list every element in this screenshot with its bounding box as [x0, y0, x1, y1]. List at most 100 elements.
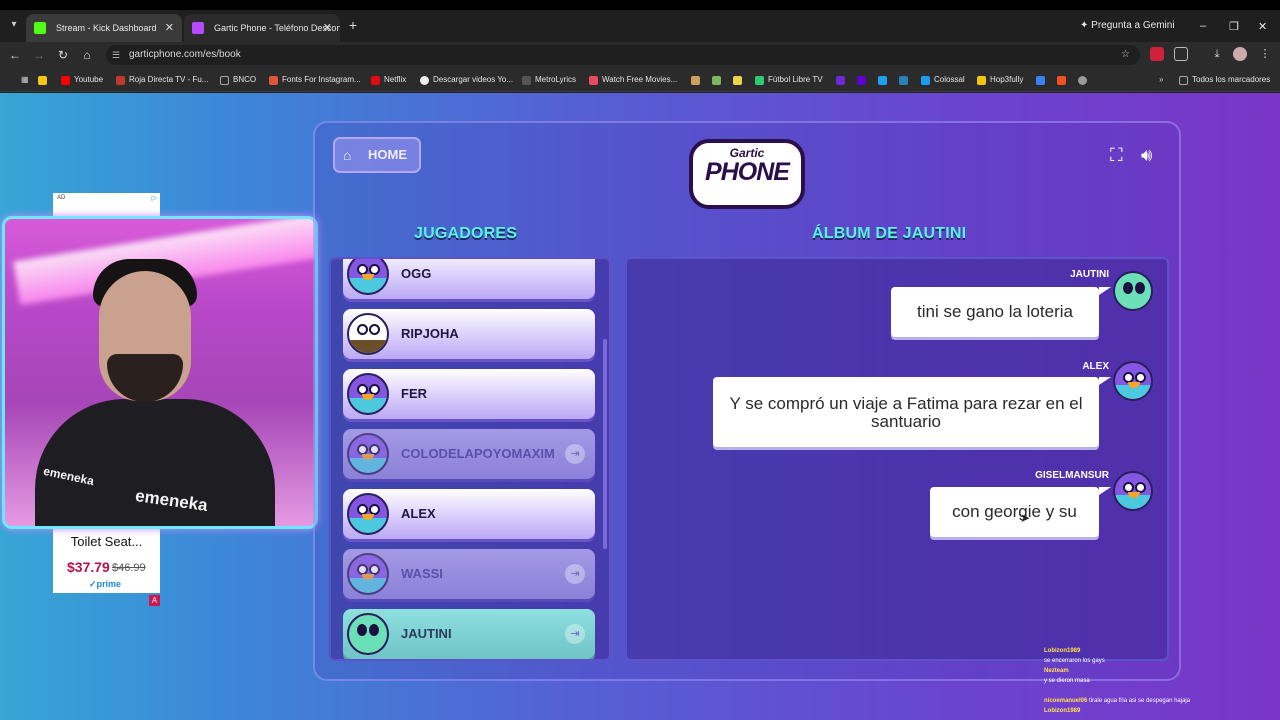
bookmark-all-folder[interactable]: Todos los marcadores: [1179, 73, 1270, 87]
download-icon[interactable]: ⤓: [1210, 47, 1224, 61]
tab-gartic-phone[interactable]: Gartic Phone - Teléfono Descon ✕: [184, 14, 340, 42]
profile-avatar[interactable]: [1233, 47, 1247, 61]
forward-arrow-icon[interactable]: →: [31, 47, 47, 63]
gemini-button[interactable]: ✦ Pregunta a Gemini: [1080, 20, 1175, 31]
chat-user: Lobizon1989: [1044, 708, 1081, 714]
players-list[interactable]: OGG RIPJOHA FER COLODELAPOYOMAXIM ⇥ ALEX: [329, 257, 611, 661]
bookmark-favicon-icon: [116, 76, 125, 85]
player-jautini[interactable]: JAUTINI ⇥: [343, 609, 595, 659]
message-bubble: Y se compró un viaje a Fatima para rezar…: [713, 377, 1099, 447]
bird-avatar-icon: [1113, 471, 1153, 511]
close-window-icon[interactable]: ✕: [1258, 20, 1267, 33]
bookmark-watch-movies[interactable]: Watch Free Movies...: [589, 73, 677, 87]
bookmark-favicon-icon: [733, 76, 742, 85]
extension-icon[interactable]: [1150, 47, 1164, 61]
bookmark-favicon-icon: [836, 76, 845, 85]
home-icon[interactable]: ⌂: [79, 47, 95, 63]
new-tab-plus-icon[interactable]: +: [346, 18, 360, 32]
address-bar[interactable]: ☰ garticphone.com/es/book ☆: [106, 45, 1140, 65]
speaker-icon[interactable]: 🔊︎: [1141, 145, 1169, 165]
bookmark-hop3fully[interactable]: Hop3fully: [977, 73, 1023, 87]
players-heading: JUGADORES: [414, 225, 518, 242]
bookmark-icon-i[interactable]: [1078, 73, 1091, 87]
player-colodelapoyomaxim[interactable]: COLODELAPOYOMAXIM ⇥: [343, 429, 595, 479]
bookmark-star-icon[interactable]: ☆: [1121, 45, 1130, 65]
player-wassi[interactable]: WASSI ⇥: [343, 549, 595, 599]
home-button[interactable]: ⌂ HOME: [333, 137, 421, 173]
bookmark-icon-b[interactable]: [712, 73, 725, 87]
globe-icon: [1078, 76, 1087, 85]
bookmark-icon-h[interactable]: [1057, 73, 1070, 87]
tab-search-chevron-icon[interactable]: ▾: [6, 16, 22, 34]
back-arrow-icon[interactable]: ←: [7, 47, 23, 63]
bookmark-favicon-icon: [589, 76, 598, 85]
kick-favicon-icon: [34, 22, 46, 34]
home-label: HOME: [368, 147, 407, 162]
restore-icon[interactable]: ❐: [1229, 20, 1239, 33]
windows-icon: [1057, 76, 1066, 85]
bookmark-favicon-icon: [522, 76, 531, 85]
bookmark-icon-c[interactable]: [733, 73, 746, 87]
menu-kebab-icon[interactable]: ⋮: [1258, 47, 1272, 61]
message-avatar: [1113, 271, 1153, 311]
chat-line: y se dieron masa: [1044, 676, 1204, 686]
bookmark-icon-g[interactable]: [1036, 73, 1049, 87]
apps-grid-icon[interactable]: ▦: [8, 73, 29, 87]
bookmark-favicon-icon: [878, 76, 887, 85]
youtube-icon: [61, 76, 70, 85]
alien-avatar-icon: [347, 613, 389, 655]
ad-prime-badge: ✓prime: [89, 579, 122, 589]
bubble-tail: [1099, 487, 1111, 495]
fullscreen-icon[interactable]: ⛶: [1110, 145, 1130, 165]
bookmark-futbol-libre[interactable]: Fútbol Libre TV: [755, 73, 823, 87]
bookmark-icon-d[interactable]: [836, 73, 849, 87]
bookmark-colossal[interactable]: Colossal: [921, 73, 965, 87]
player-ogg[interactable]: OGG: [343, 259, 595, 299]
alien-avatar-icon: [1113, 271, 1153, 311]
chat-user: nicoemanuel06: [1044, 698, 1088, 704]
bookmark-label: Roja Directa TV - Fu...: [129, 75, 209, 84]
players-scrollbar[interactable]: [603, 339, 607, 549]
site-info-icon[interactable]: ☰: [112, 45, 120, 65]
album-heading: ÁLBUM DE JAUTINI: [812, 225, 967, 242]
player-alex[interactable]: ALEX: [343, 489, 595, 539]
player-fer[interactable]: FER: [343, 369, 595, 419]
bubble-tail: [1099, 377, 1111, 385]
bookmark-icon-yahoo[interactable]: [857, 73, 870, 87]
bookmark-icon-f[interactable]: [899, 73, 912, 87]
crown-avatar-icon: [347, 313, 389, 355]
bookmark-icon-e[interactable]: [878, 73, 891, 87]
bookmark-label: Hop3fully: [990, 75, 1024, 84]
bookmark-favicon-icon: [1036, 76, 1045, 85]
bookmark-netflix[interactable]: Netflix: [371, 73, 406, 87]
folder-icon: [220, 76, 229, 85]
player-name: FER: [401, 386, 427, 401]
more-bookmarks-chevron-icon[interactable]: »: [1146, 73, 1163, 87]
bird-avatar-icon: [347, 259, 389, 295]
player-ripjoha[interactable]: RIPJOHA: [343, 309, 595, 359]
message-bubble: tini se gano la loteria: [891, 287, 1099, 337]
exit-icon: ⇥: [565, 564, 585, 584]
bookmark-descargar[interactable]: Descargar videos Yo...: [420, 73, 513, 87]
bookmark-youtube[interactable]: Youtube: [61, 73, 103, 87]
bookmark-label: Todos los marcadores: [1192, 75, 1271, 84]
bookmark-emoji[interactable]: [38, 73, 51, 87]
tab-kick-dashboard[interactable]: Stream - Kick Dashboard ✕: [26, 14, 182, 42]
close-icon[interactable]: ✕: [165, 14, 174, 42]
bookmark-fonts[interactable]: Fonts For Instagram...: [269, 73, 361, 87]
close-icon[interactable]: ✕: [323, 14, 332, 42]
bookmark-metrolyrics[interactable]: MetroLyrics: [522, 73, 576, 87]
minimize-icon[interactable]: –: [1200, 20, 1206, 32]
bookmark-icon-a[interactable]: [691, 73, 704, 87]
adchoices-icon[interactable]: ▷: [152, 194, 157, 202]
gartic-phone-page: AD ▷ Toilet Seat... $37.79 $46.99 ✓prime…: [0, 93, 1280, 720]
exit-icon: ⇥: [565, 624, 585, 644]
extensions-puzzle-icon[interactable]: [1174, 47, 1188, 61]
bird-avatar-icon: [347, 493, 389, 535]
bookmark-bnco[interactable]: BNCO: [220, 73, 256, 87]
bookmarks-bar: ▦ Youtube Roja Directa TV - Fu... BNCO F…: [0, 68, 1280, 92]
bookmark-roja-directa[interactable]: Roja Directa TV - Fu...: [116, 73, 208, 87]
reload-icon[interactable]: ↻: [55, 47, 71, 63]
bookmark-favicon-icon: [921, 76, 930, 85]
chat-text: y se dieron masa: [1044, 678, 1090, 684]
